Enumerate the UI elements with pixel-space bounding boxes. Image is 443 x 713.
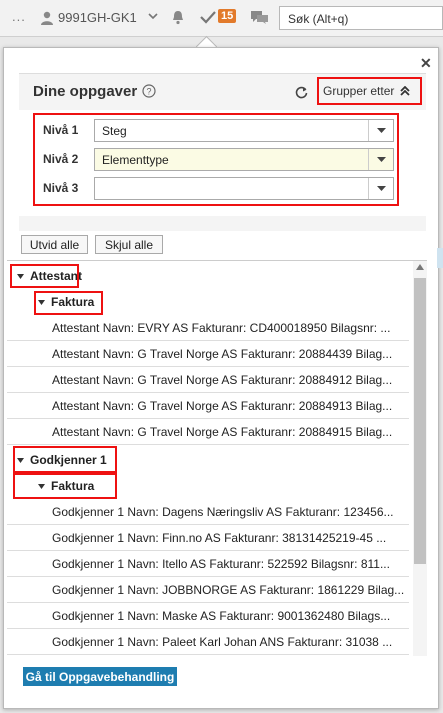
- tasks-popup: ✕ Dine oppgaver ? Grupper etter Nivå 1 S…: [3, 47, 439, 709]
- expand-all-button[interactable]: Utvid alle: [21, 235, 88, 254]
- background-strip: [437, 248, 443, 268]
- collapse-all-button[interactable]: Skjul alle: [95, 235, 163, 254]
- task-row[interactable]: Godkjenner 1 Navn: Finn.no AS Fakturanr:…: [7, 525, 409, 551]
- task-row[interactable]: Godkjenner 1 Navn: Itello AS Fakturanr: …: [7, 551, 409, 577]
- task-row[interactable]: Attestant Navn: EVRY AS Fakturanr: CD400…: [7, 315, 409, 341]
- task-row[interactable]: Godkjenner 1 Navn: Paleet Karl Johan ANS…: [7, 629, 409, 655]
- checkmark-icon[interactable]: [200, 10, 216, 24]
- bell-icon[interactable]: [171, 10, 185, 25]
- highlight-box: [10, 264, 79, 288]
- level-2-value: Elementtype: [102, 153, 169, 167]
- chevron-down-icon[interactable]: [148, 12, 158, 20]
- level-3-label: Nivå 3: [43, 181, 79, 195]
- group-by-button[interactable]: Grupper etter: [317, 77, 422, 105]
- caret-down-icon: [368, 149, 393, 170]
- highlight-box: [13, 446, 117, 473]
- top-bar: ... 9991GH-GK1 15 Søk (Alt+q): [0, 0, 443, 37]
- task-row[interactable]: Godkjenner 1 Navn: JOBBNORGE AS Fakturan…: [7, 577, 409, 603]
- user-menu[interactable]: 9991GH-GK1: [40, 10, 137, 25]
- search-placeholder: Søk (Alt+q): [288, 12, 349, 26]
- caret-down-icon: [368, 120, 393, 141]
- task-row[interactable]: Attestant Navn: G Travel Norge AS Faktur…: [7, 419, 409, 445]
- page-title: Dine oppgaver: [33, 83, 138, 100]
- caret-down-icon: [368, 178, 393, 199]
- chat-icon[interactable]: [251, 11, 268, 25]
- level-1-label: Nivå 1: [43, 123, 79, 137]
- user-icon: [41, 11, 53, 25]
- refresh-icon[interactable]: [295, 86, 308, 99]
- scroll-thumb[interactable]: [414, 278, 426, 564]
- level-2-select[interactable]: Elementtype: [94, 148, 394, 171]
- level-3-select[interactable]: [94, 177, 394, 200]
- task-row[interactable]: Godkjenner 1 Navn: Maske AS Fakturanr: 9…: [7, 603, 409, 629]
- task-row[interactable]: Attestant Navn: G Travel Norge AS Faktur…: [7, 367, 409, 393]
- task-list: Attestant Faktura Attestant Navn: EVRY A…: [7, 260, 427, 656]
- highlight-box: [13, 473, 117, 499]
- level-2-label: Nivå 2: [43, 152, 79, 166]
- close-icon[interactable]: ✕: [420, 55, 432, 72]
- task-count-badge[interactable]: 15: [218, 9, 237, 23]
- highlight-box: [34, 291, 103, 315]
- search-input[interactable]: Søk (Alt+q): [279, 6, 443, 30]
- user-name: 9991GH-GK1: [58, 10, 137, 25]
- svg-text:?: ?: [146, 87, 151, 97]
- level-1-select[interactable]: Steg: [94, 119, 394, 142]
- overflow-ellipsis[interactable]: ...: [12, 9, 26, 24]
- help-icon[interactable]: ?: [142, 84, 156, 98]
- group-levels: Nivå 1 Steg Nivå 2 Elementtype Nivå 3: [33, 113, 399, 206]
- level-1-value: Steg: [102, 124, 127, 138]
- panel-header: Dine oppgaver ? Grupper etter: [19, 73, 426, 110]
- scroll-up-icon[interactable]: [416, 264, 424, 270]
- list-scrollbar[interactable]: [413, 261, 427, 656]
- task-row[interactable]: Godkjenner 1 Navn: Dagens Næringsliv AS …: [7, 499, 409, 525]
- section-divider: [19, 216, 426, 231]
- go-to-task-handling-button[interactable]: Gå til Oppgavebehandling: [23, 667, 177, 686]
- double-chevron-up-icon: [400, 86, 411, 96]
- group-by-label: Grupper etter: [323, 84, 395, 98]
- task-row[interactable]: Attestant Navn: G Travel Norge AS Faktur…: [7, 393, 409, 419]
- task-row[interactable]: Attestant Navn: G Travel Norge AS Faktur…: [7, 341, 409, 367]
